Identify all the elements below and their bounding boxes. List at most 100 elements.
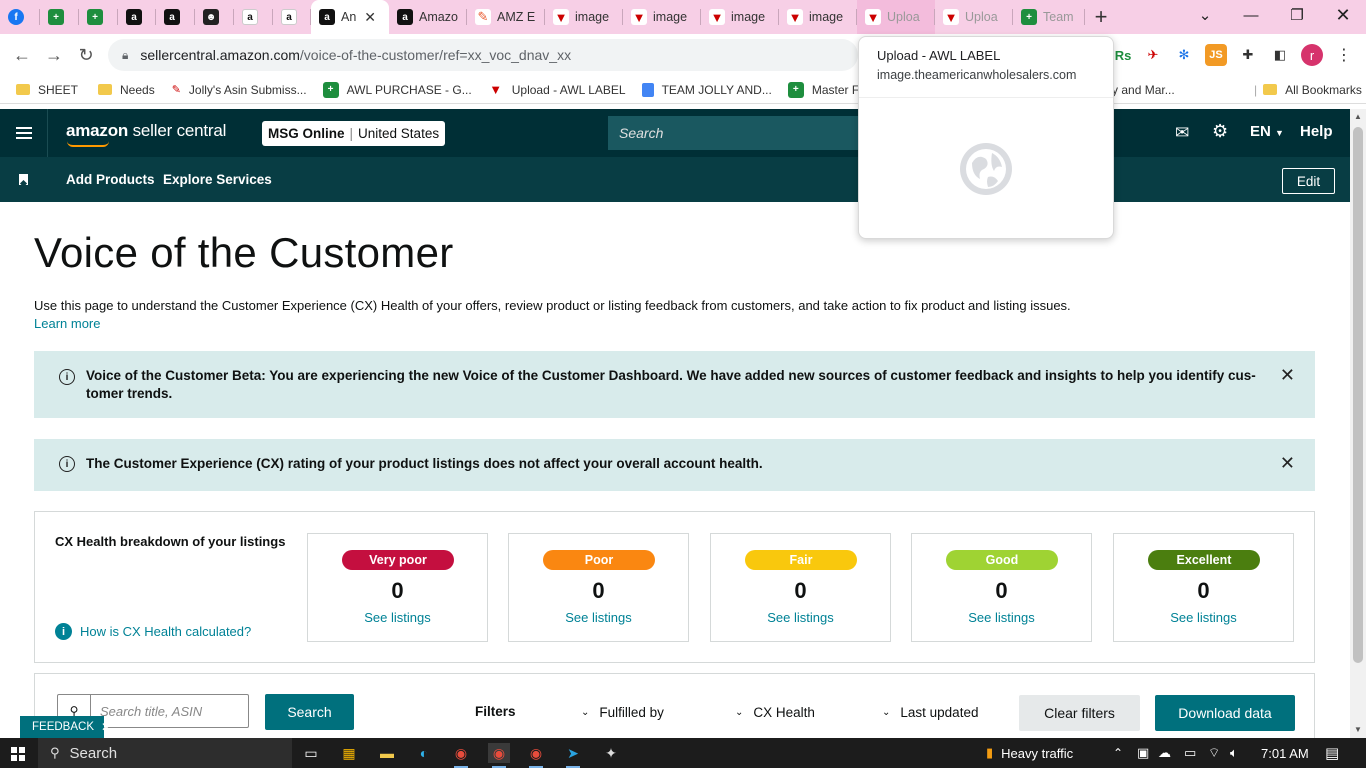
task-view-icon[interactable]: ▭ [300,743,322,763]
explore-services-link[interactable]: Explore Services [163,172,272,187]
all-bookmarks[interactable]: | All Bookmarks [1254,83,1362,97]
gear-icon[interactable]: ⚙ [1212,121,1228,142]
bookmark-upload-awl[interactable]: ▼ Upload - AWL LABEL [487,81,626,98]
zoho-icon: ✎ [475,9,491,25]
tab-sheet-1[interactable]: + [40,0,79,34]
download-data-button[interactable]: Download data [1155,695,1295,731]
reload-button[interactable]: ↻ [70,39,102,71]
new-tab-button[interactable]: + [1085,4,1117,30]
amazon-smile-icon [67,141,109,147]
see-listings-link[interactable]: See listings [912,610,1091,625]
onedrive-icon[interactable]: ☁ [1158,738,1171,768]
close-window-button[interactable]: ✕ [1320,0,1366,30]
scroll-down-icon[interactable]: ▼ [1354,725,1362,734]
add-products-link[interactable]: Add Products [66,172,155,187]
amazon-icon: a [319,9,335,25]
browser-menu-icon[interactable]: ⋮ [1333,44,1355,66]
edge-icon[interactable]: ◐ [413,743,435,763]
extension-icon-1[interactable]: Rs [1112,44,1134,66]
tab-team[interactable]: + Team P [1013,0,1085,34]
mail-icon[interactable]: ✉ [1175,123,1189,143]
file-explorer-icon[interactable]: ▬ [376,743,398,763]
seller-central-logo[interactable]: amazon seller central [66,121,226,147]
close-tab-icon[interactable]: ✕ [364,9,376,26]
tray-device-icon[interactable]: ▣ [1137,738,1149,768]
minimize-button[interactable]: — [1228,0,1274,30]
app-icon[interactable]: ✦ [600,743,622,763]
close-icon[interactable]: ✕ [101,720,111,734]
extension-js-icon[interactable]: JS [1205,44,1227,66]
tab-active-seller-central[interactable]: a An ✕ [311,0,389,34]
taskbar-search[interactable]: ⚲ Search [38,738,292,768]
bookmark-needs[interactable]: Needs [98,83,155,97]
tab-upload-1[interactable]: ▼ Uploa [857,0,935,34]
close-banner-icon[interactable]: ✕ [1280,453,1295,474]
page-scrollbar[interactable]: ▲ ▼ [1350,109,1366,738]
fulfilled-by-dropdown[interactable]: ⌄ Fulfilled by [581,705,664,720]
windows-start-icon[interactable] [11,747,25,761]
bookmark-sheet[interactable]: SHEET [16,83,78,97]
tab-sheet-2[interactable]: + [79,0,118,34]
close-banner-icon[interactable]: ✕ [1280,365,1295,386]
edit-button[interactable]: Edit [1282,168,1335,194]
bookmark-team-jolly[interactable]: TEAM JOLLY AND... [641,82,772,97]
back-button[interactable]: ← [6,39,38,71]
extension-icon-2[interactable]: ✈ [1142,44,1164,66]
tab-search-chevron-icon[interactable]: ⌄ [1182,0,1228,30]
chrome-profile-icon[interactable]: ◉ [488,743,510,768]
tab-image-3[interactable]: ▼ image [701,0,779,34]
scroll-up-icon[interactable]: ▲ [1354,112,1362,121]
see-listings-link[interactable]: See listings [308,610,487,625]
bookmark-icon[interactable] [19,174,28,185]
tab-ghost[interactable]: ☻ [195,0,234,34]
tab-upload-2[interactable]: ▼ Uploa [935,0,1013,34]
restore-button[interactable]: ❐ [1274,0,1320,30]
tab-image-2[interactable]: ▼ image [623,0,701,34]
wifi-icon[interactable]: ⌔ [1208,738,1220,768]
tab-image-1[interactable]: ▼ image [545,0,623,34]
clear-filters-button[interactable]: Clear filters [1019,695,1140,731]
tab-amazon-2[interactable]: a [156,0,195,34]
feedback-tab[interactable]: FEEDBACK ✕ [20,716,111,738]
tab-image-4[interactable]: ▼ image [779,0,857,34]
tab-amazon-smile-1[interactable]: a [234,0,273,34]
tab-amazon-1[interactable]: a [118,0,156,34]
address-bar[interactable]: 🔒︎ sellercentral.amazon.com/voice-of-the… [108,39,858,71]
tab-amz-e[interactable]: ✎ AMZ E [467,0,545,34]
learn-more-link[interactable]: Learn more [34,316,100,331]
last-updated-dropdown[interactable]: ⌄ Last updated [882,705,978,720]
see-listings-link[interactable]: See listings [711,610,890,625]
bookmark-jolly-asin[interactable]: ✎ Jolly's Asin Submiss... [172,83,307,97]
scrollbar-thumb[interactable] [1353,127,1363,663]
chrome-icon[interactable]: ◉ [450,743,472,768]
extensions-puzzle-icon[interactable]: ✚ [1237,44,1259,66]
tray-overflow-icon[interactable]: ⌃ [1113,738,1123,768]
store-icon[interactable]: ▦ [338,743,360,763]
telegram-icon[interactable]: ➤ [562,743,584,768]
volume-icon[interactable]: 🔈︎ [1230,738,1238,768]
bookmark-awl-purchase[interactable]: + AWL PURCHASE - G... [322,81,472,98]
cx-health-how-link[interactable]: i How is CX Health calculated? [55,623,251,640]
weather-widget[interactable]: ▮ Heavy traffic [986,738,1073,768]
cx-health-dropdown[interactable]: ⌄ CX Health [735,705,815,720]
seller-central-search-input[interactable]: Search [608,116,858,150]
clock[interactable]: 7:01 AM [1261,738,1309,768]
battery-icon[interactable]: ▭ [1184,738,1196,768]
profile-avatar[interactable]: r [1301,44,1323,66]
see-listings-link[interactable]: See listings [1114,610,1293,625]
language-selector[interactable]: EN ▼ [1250,123,1284,140]
help-link[interactable]: Help [1300,123,1333,140]
chrome-icon-2[interactable]: ◉ [525,743,547,768]
search-button[interactable]: Search [265,694,354,730]
tab-facebook[interactable]: f [0,0,40,34]
side-panel-icon[interactable]: ◧ [1269,44,1291,66]
tab-amazon-3[interactable]: a Amazo [389,0,467,34]
tab-amazon-smile-2[interactable]: a [273,0,311,34]
hamburger-menu-icon[interactable] [0,109,48,157]
extension-icon-3[interactable]: ✻ [1173,44,1195,66]
notifications-icon[interactable]: ▤ [1325,738,1339,768]
forward-button[interactable]: → [38,39,70,71]
account-switcher[interactable]: MSG Online | United States [262,121,446,146]
see-listings-link[interactable]: See listings [509,610,688,625]
awl-icon: ▼ [943,9,959,25]
